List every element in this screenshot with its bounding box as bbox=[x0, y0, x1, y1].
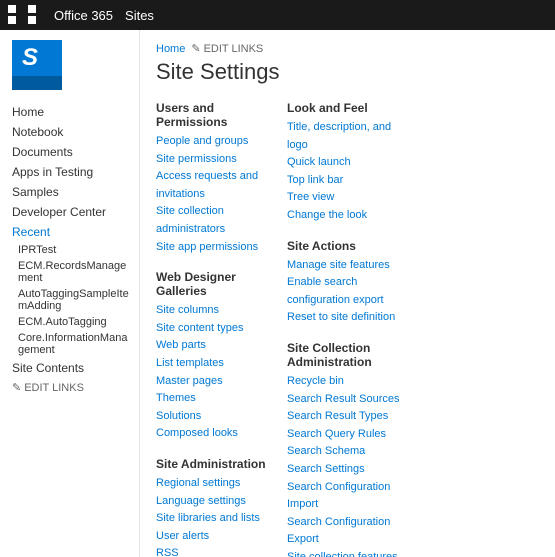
recent-item-0[interactable]: IPRTest bbox=[0, 242, 139, 258]
recent-item-3[interactable]: ECM.AutoTagging bbox=[0, 314, 139, 330]
column-1: Users and Permissions People and groups … bbox=[156, 101, 277, 557]
section-users-permissions: Users and Permissions People and groups … bbox=[156, 101, 277, 256]
column-3 bbox=[418, 101, 539, 557]
sidebar-item-notebook[interactable]: Notebook bbox=[0, 122, 139, 142]
recent-item-4[interactable]: Core.InformationManagement bbox=[0, 330, 139, 358]
section-title-site-collection-admin: Site Collection Administration bbox=[287, 341, 408, 369]
link-themes[interactable]: Themes bbox=[156, 390, 277, 408]
link-search-query-rules[interactable]: Search Query Rules bbox=[287, 426, 408, 444]
link-enable-search-export[interactable]: Enable search configuration export bbox=[287, 274, 408, 309]
top-bar: Office 365 Sites bbox=[0, 0, 555, 30]
link-search-config-export[interactable]: Search Configuration Export bbox=[287, 514, 408, 549]
link-people-groups[interactable]: People and groups bbox=[156, 133, 277, 151]
link-regional-settings[interactable]: Regional settings bbox=[156, 475, 277, 493]
recent-item-2[interactable]: AutoTaggingSampleItemAdding bbox=[0, 286, 139, 314]
sidebar-item-developer-center[interactable]: Developer Center bbox=[0, 202, 139, 222]
link-site-app-permissions[interactable]: Site app permissions bbox=[156, 239, 277, 257]
link-rss[interactable]: RSS bbox=[156, 545, 277, 557]
link-top-link-bar[interactable]: Top link bar bbox=[287, 172, 408, 190]
page-title: Site Settings bbox=[156, 59, 539, 85]
pencil-icon-breadcrumb: ✎ bbox=[191, 42, 200, 55]
section-title-site-actions: Site Actions bbox=[287, 239, 408, 253]
section-site-admin: Site Administration Regional settings La… bbox=[156, 457, 277, 557]
link-site-collection-features[interactable]: Site collection features bbox=[287, 549, 408, 557]
pencil-icon: ✎ bbox=[12, 381, 21, 394]
link-search-config-import[interactable]: Search Configuration Import bbox=[287, 479, 408, 514]
link-language-settings[interactable]: Language settings bbox=[156, 493, 277, 511]
link-site-permissions[interactable]: Site permissions bbox=[156, 151, 277, 169]
section-title-site-admin: Site Administration bbox=[156, 457, 277, 471]
link-solutions[interactable]: Solutions bbox=[156, 408, 277, 426]
sidebar: S Home Notebook Documents Apps in Testin… bbox=[0, 30, 140, 557]
link-tree-view[interactable]: Tree view bbox=[287, 189, 408, 207]
link-change-look[interactable]: Change the look bbox=[287, 207, 408, 225]
sidebar-item-documents[interactable]: Documents bbox=[0, 142, 139, 162]
sidebar-edit-links[interactable]: ✎ EDIT LINKS bbox=[0, 378, 139, 397]
grid-icon[interactable] bbox=[8, 5, 46, 25]
section-site-collection-admin: Site Collection Administration Recycle b… bbox=[287, 341, 408, 557]
sidebar-item-site-contents[interactable]: Site Contents bbox=[0, 358, 139, 378]
logo-letter: S bbox=[22, 44, 38, 72]
section-title-users: Users and Permissions bbox=[156, 101, 277, 129]
settings-columns: Users and Permissions People and groups … bbox=[156, 101, 539, 557]
breadcrumb-edit-links[interactable]: ✎ EDIT LINKS bbox=[191, 42, 263, 55]
sharepoint-logo: S bbox=[12, 40, 62, 90]
section-look-feel: Look and Feel Title, description, and lo… bbox=[287, 101, 408, 225]
link-quick-launch[interactable]: Quick launch bbox=[287, 154, 408, 172]
link-search-result-types[interactable]: Search Result Types bbox=[287, 408, 408, 426]
sites-link[interactable]: Sites bbox=[125, 8, 154, 23]
sidebar-item-home[interactable]: Home bbox=[0, 102, 139, 122]
link-site-content-types[interactable]: Site content types bbox=[156, 320, 277, 338]
link-access-requests[interactable]: Access requests and invitations bbox=[156, 168, 277, 203]
link-search-settings[interactable]: Search Settings bbox=[287, 461, 408, 479]
recent-label: Recent bbox=[0, 222, 139, 242]
sidebar-item-samples[interactable]: Samples bbox=[0, 182, 139, 202]
section-web-designer: Web Designer Galleries Site columns Site… bbox=[156, 270, 277, 443]
breadcrumb: Home ✎ EDIT LINKS bbox=[156, 42, 539, 55]
breadcrumb-home[interactable]: Home bbox=[156, 43, 185, 55]
link-master-pages[interactable]: Master pages bbox=[156, 373, 277, 391]
link-recycle-bin[interactable]: Recycle bin bbox=[287, 373, 408, 391]
content-area: Home ✎ EDIT LINKS Site Settings Users an… bbox=[140, 30, 555, 557]
column-2: Look and Feel Title, description, and lo… bbox=[287, 101, 408, 557]
link-reset-site-def[interactable]: Reset to site definition bbox=[287, 309, 408, 327]
link-search-schema[interactable]: Search Schema bbox=[287, 443, 408, 461]
section-title-web-designer: Web Designer Galleries bbox=[156, 270, 277, 298]
link-web-parts[interactable]: Web parts bbox=[156, 337, 277, 355]
link-title-desc-logo[interactable]: Title, description, and logo bbox=[287, 119, 408, 154]
app-title[interactable]: Office 365 bbox=[54, 8, 113, 23]
logo-bar bbox=[12, 76, 62, 90]
sidebar-item-apps-in-testing[interactable]: Apps in Testing bbox=[0, 162, 139, 182]
link-composed-looks[interactable]: Composed looks bbox=[156, 425, 277, 443]
section-site-actions: Site Actions Manage site features Enable… bbox=[287, 239, 408, 327]
link-search-result-sources[interactable]: Search Result Sources bbox=[287, 391, 408, 409]
link-site-collection-admins[interactable]: Site collection administrators bbox=[156, 203, 277, 238]
main-wrapper: S Home Notebook Documents Apps in Testin… bbox=[0, 30, 555, 557]
link-list-templates[interactable]: List templates bbox=[156, 355, 277, 373]
recent-item-1[interactable]: ECM.RecordsManagement bbox=[0, 258, 139, 286]
link-manage-features[interactable]: Manage site features bbox=[287, 257, 408, 275]
section-title-look-feel: Look and Feel bbox=[287, 101, 408, 115]
link-user-alerts[interactable]: User alerts bbox=[156, 528, 277, 546]
link-site-columns[interactable]: Site columns bbox=[156, 302, 277, 320]
link-site-libraries-lists[interactable]: Site libraries and lists bbox=[156, 510, 277, 528]
